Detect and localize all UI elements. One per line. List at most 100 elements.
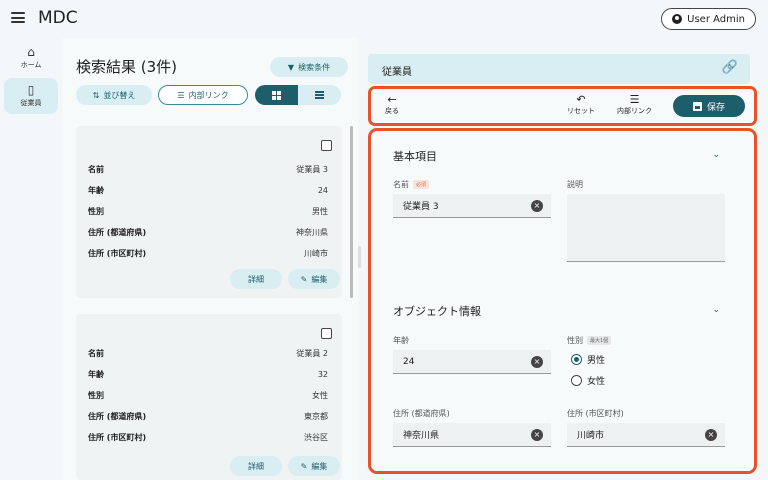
gender-option-label: 女性 [587,377,606,387]
max-badge: 最大1個 [587,336,612,345]
radio-selected-icon [571,354,582,365]
filter-label: 検索条件 [298,62,331,72]
internal-link-label: 内部リンク [188,90,229,100]
card-value: 女性 [312,390,328,400]
search-filter-button[interactable]: ▼ 検索条件 [270,57,348,77]
section-title-object: オブジェクト情報 [393,305,481,318]
detail-button[interactable]: 詳細 [230,269,282,289]
toolbar-internal-link-button[interactable]: ☰ 内部リンク [617,93,652,116]
card-row: 年齢 32 [88,367,328,381]
list-view-button[interactable] [298,85,341,105]
section-title-basic: 基本項目 [393,150,437,163]
prefecture-value: 神奈川県 [403,431,440,441]
document-icon: ▯ [27,83,35,97]
result-card: 名前 従業員 2 年齢 32 性別 女性 住所 (都道府県) 東京都 住所 (市… [76,314,342,480]
back-label: 戻る [385,107,399,115]
card-key: 住所 (市区町村) [88,432,147,442]
radio-icon [571,375,582,386]
sort-button[interactable]: ⇅ 並び替え [76,85,152,105]
card-key: 性別 [88,390,104,400]
gender-label-text: 性別 [567,336,583,345]
scrollbar[interactable] [350,126,353,298]
filter-icon: ▼ [287,62,295,72]
name-label: 名前 必須 [393,179,430,190]
chevron-down-icon[interactable]: ⌄ [712,150,720,160]
chevron-down-icon[interactable]: ⌄ [712,305,720,315]
list-view-icon [315,91,324,99]
card-row: 住所 (都道府県) 神奈川県 [88,225,328,239]
back-button[interactable]: ← 戻る [385,93,399,116]
gender-option-female[interactable]: 女性 [571,374,605,387]
name-value: 従業員 3 [403,202,439,212]
panel-splitter[interactable] [358,246,361,268]
clear-icon[interactable]: × [531,429,543,441]
detail-title: 従業員 [382,67,412,78]
card-row: 住所 (都道府県) 東京都 [88,409,328,423]
clear-icon[interactable]: × [531,200,543,212]
view-toggle [255,85,341,105]
pencil-icon: ✎ [300,274,308,284]
gender-label: 性別 最大1個 [567,335,612,346]
arrow-left-icon: ← [387,93,397,106]
undo-icon: ↶ [576,93,586,106]
list-icon: ☰ [177,90,185,100]
save-label: 保存 [706,102,725,113]
detail-label: 詳細 [248,274,264,284]
gender-option-male[interactable]: 男性 [571,353,605,366]
required-badge: 必須 [413,180,430,189]
internal-link-button[interactable]: ☰ 内部リンク [158,85,248,105]
grid-view-button[interactable] [255,85,298,105]
city-value: 川崎市 [577,431,605,441]
card-checkbox[interactable] [321,140,332,151]
card-checkbox[interactable] [321,328,332,339]
card-value: 川崎市 [304,248,328,258]
nav-item-home[interactable]: ⌂ ホーム [4,40,58,76]
description-label-text: 説明 [567,180,583,189]
result-card: 名前 従業員 3 年齢 24 性別 男性 住所 (都道府県) 神奈川県 住所 (… [76,126,342,298]
card-row: 名前 従業員 3 [88,162,328,176]
description-label: 説明 [567,179,583,190]
age-field[interactable]: 24 × [393,350,551,374]
card-key: 性別 [88,206,104,216]
detail-toolbar: ← 戻る ↶ リセット ☰ 内部リンク 保存 [368,86,757,126]
card-row: 住所 (市区町村) 川崎市 [88,246,328,260]
card-key: 住所 (都道府県) [88,227,147,237]
nav-home-label: ホーム [20,61,42,69]
card-row: 名前 従業員 2 [88,346,328,360]
clear-icon[interactable]: × [531,356,543,368]
link-icon[interactable]: 🔗 [722,60,738,75]
prefecture-field[interactable]: 神奈川県 × [393,423,551,447]
pencil-icon: ✎ [300,461,308,471]
name-field[interactable]: 従業員 3 × [393,194,551,218]
save-button[interactable]: 保存 [673,95,745,117]
card-key: 年齢 [88,369,104,379]
results-title: 検索結果 (3件) [76,58,178,76]
home-icon: ⌂ [27,45,35,59]
description-field[interactable] [567,194,725,262]
card-row: 年齢 24 [88,183,328,197]
edit-button[interactable]: ✎ 編集 [288,456,340,476]
city-label-text: 住所 (市区町村) [567,409,624,418]
city-field[interactable]: 川崎市 × [567,423,725,447]
user-menu-button[interactable]: User Admin [661,8,756,30]
edit-button[interactable]: ✎ 編集 [288,269,340,289]
card-value: 24 [317,185,328,195]
sort-icon: ⇅ [92,90,100,100]
app-title: MDC [38,8,78,28]
city-label: 住所 (市区町村) [567,408,624,419]
card-row: 住所 (市区町村) 渋谷区 [88,430,328,444]
card-value: 男性 [312,206,328,216]
results-panel: 検索結果 (3件) ▼ 検索条件 ⇅ 並び替え ☰ 内部リンク 名前 従業員 3… [62,38,358,480]
detail-button[interactable]: 詳細 [230,456,282,476]
gender-option-label: 男性 [587,356,606,366]
card-key: 住所 (都道府県) [88,411,147,421]
side-nav: ⌂ ホーム ▯ 従業員 [0,38,62,480]
card-key: 名前 [88,348,104,358]
card-key: 住所 (市区町村) [88,248,147,258]
grid-icon [272,90,281,100]
card-value: 渋谷区 [304,432,328,442]
reset-button[interactable]: ↶ リセット [567,93,595,116]
clear-icon[interactable]: × [705,429,717,441]
nav-item-employee[interactable]: ▯ 従業員 [4,78,58,114]
menu-icon[interactable] [11,12,25,23]
